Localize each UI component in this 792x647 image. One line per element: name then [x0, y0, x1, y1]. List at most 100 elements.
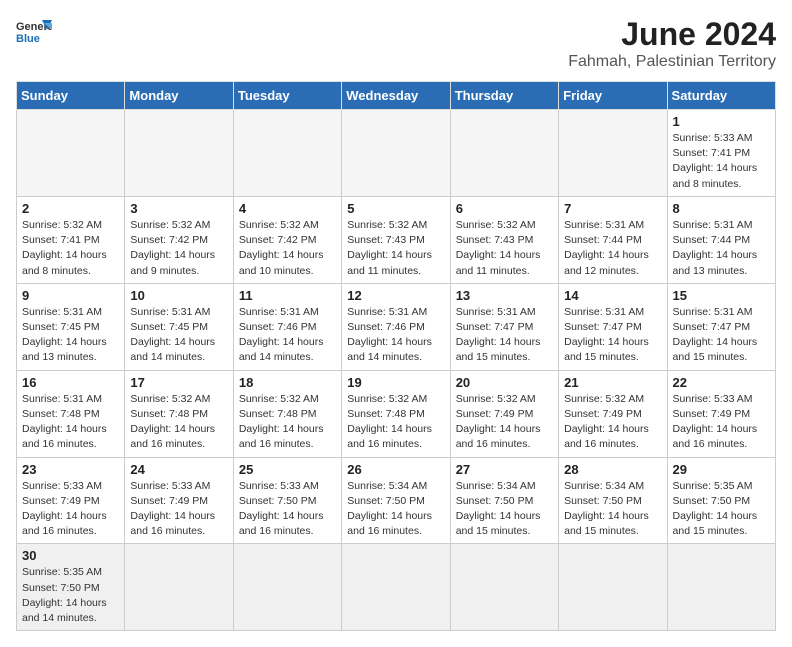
day-info: Sunrise: 5:31 AM Sunset: 7:46 PM Dayligh…: [239, 305, 336, 366]
day-info: Sunrise: 5:31 AM Sunset: 7:44 PM Dayligh…: [673, 218, 770, 279]
day-info: Sunrise: 5:35 AM Sunset: 7:50 PM Dayligh…: [22, 565, 119, 626]
day-cell: [450, 110, 558, 197]
day-cell: 28Sunrise: 5:34 AM Sunset: 7:50 PM Dayli…: [559, 457, 667, 544]
day-cell: 14 Sunrise: 5:31 AM Sunset: 7:47 PM Dayli…: [559, 283, 667, 370]
day-cell: 13 Sunrise: 5:31 AM Sunset: 7:47 PM Dayli…: [450, 283, 558, 370]
day-info: Sunrise: 5:31 AM Sunset: 7:46 PM Dayligh…: [347, 305, 444, 366]
weekday-header: Saturday: [667, 82, 775, 110]
calendar: SundayMondayTuesdayWednesdayThursdayFrid…: [16, 81, 776, 631]
day-cell: 12 Sunrise: 5:31 AM Sunset: 7:46 PM Dayli…: [342, 283, 450, 370]
day-info: Sunrise: 5:31 AM Sunset: 7:48 PM Dayligh…: [22, 392, 119, 453]
day-cell: 30 Sunrise: 5:35 AM Sunset: 7:50 PM Dayli…: [17, 544, 125, 631]
week-row: 1Sunrise: 5:33 AM Sunset: 7:41 PM Daylig…: [17, 110, 776, 197]
day-cell: 27Sunrise: 5:34 AM Sunset: 7:50 PM Dayli…: [450, 457, 558, 544]
day-number: 12: [347, 288, 444, 303]
weekday-header: Friday: [559, 82, 667, 110]
day-number: 16: [22, 375, 119, 390]
day-cell: [559, 544, 667, 631]
day-number: 9: [22, 288, 119, 303]
day-info: Sunrise: 5:31 AM Sunset: 7:47 PM Dayligh…: [456, 305, 553, 366]
week-row: 9 Sunrise: 5:31 AM Sunset: 7:45 PM Daylig…: [17, 283, 776, 370]
day-info: Sunrise: 5:31 AM Sunset: 7:44 PM Dayligh…: [564, 218, 661, 279]
day-cell: 19 Sunrise: 5:32 AM Sunset: 7:48 PM Dayli…: [342, 370, 450, 457]
day-number: 4: [239, 201, 336, 216]
day-number: 23: [22, 462, 119, 477]
day-cell: 6 Sunrise: 5:32 AM Sunset: 7:43 PM Daylig…: [450, 196, 558, 283]
logo: General Blue: [16, 16, 52, 46]
day-number: 15: [673, 288, 770, 303]
day-number: 21: [564, 375, 661, 390]
day-info: Sunrise: 5:34 AM Sunset: 7:50 PM Dayligh…: [347, 479, 444, 540]
day-info: Sunrise: 5:31 AM Sunset: 7:47 PM Dayligh…: [564, 305, 661, 366]
day-number: 18: [239, 375, 336, 390]
day-info: Sunrise: 5:32 AM Sunset: 7:49 PM Dayligh…: [456, 392, 553, 453]
day-cell: 8 Sunrise: 5:31 AM Sunset: 7:44 PM Daylig…: [667, 196, 775, 283]
svg-text:Blue: Blue: [16, 33, 40, 45]
day-number: 20: [456, 375, 553, 390]
day-cell: [125, 544, 233, 631]
day-info: Sunrise: 5:33 AM Sunset: 7:49 PM Dayligh…: [673, 392, 770, 453]
day-info: Sunrise: 5:31 AM Sunset: 7:45 PM Dayligh…: [130, 305, 227, 366]
day-cell: 29 Sunrise: 5:35 AM Sunset: 7:50 PM Dayli…: [667, 457, 775, 544]
week-row: 16 Sunrise: 5:31 AM Sunset: 7:48 PM Dayli…: [17, 370, 776, 457]
day-info: Sunrise: 5:34 AM Sunset: 7:50 PM Dayligh…: [564, 479, 661, 540]
day-cell: 23 Sunrise: 5:33 AM Sunset: 7:49 PM Dayli…: [17, 457, 125, 544]
day-info: Sunrise: 5:33 AM Sunset: 7:49 PM Dayligh…: [22, 479, 119, 540]
day-cell: 9 Sunrise: 5:31 AM Sunset: 7:45 PM Daylig…: [17, 283, 125, 370]
day-number: 13: [456, 288, 553, 303]
day-cell: [233, 544, 341, 631]
week-row: 30 Sunrise: 5:35 AM Sunset: 7:50 PM Dayli…: [17, 544, 776, 631]
weekday-header: Sunday: [17, 82, 125, 110]
day-info: Sunrise: 5:32 AM Sunset: 7:43 PM Dayligh…: [347, 218, 444, 279]
day-cell: 18 Sunrise: 5:32 AM Sunset: 7:48 PM Dayli…: [233, 370, 341, 457]
day-info: Sunrise: 5:31 AM Sunset: 7:45 PM Dayligh…: [22, 305, 119, 366]
day-number: 7: [564, 201, 661, 216]
day-info: Sunrise: 5:32 AM Sunset: 7:48 PM Dayligh…: [239, 392, 336, 453]
day-number: 26: [347, 462, 444, 477]
day-cell: 22 Sunrise: 5:33 AM Sunset: 7:49 PM Dayli…: [667, 370, 775, 457]
day-cell: [667, 544, 775, 631]
header: General Blue June 2024 Fahmah, Palestini…: [16, 16, 776, 71]
day-info: Sunrise: 5:32 AM Sunset: 7:42 PM Dayligh…: [130, 218, 227, 279]
day-cell: 24Sunrise: 5:33 AM Sunset: 7:49 PM Dayli…: [125, 457, 233, 544]
day-number: 14: [564, 288, 661, 303]
day-info: Sunrise: 5:35 AM Sunset: 7:50 PM Dayligh…: [673, 479, 770, 540]
day-number: 30: [22, 548, 119, 563]
day-number: 19: [347, 375, 444, 390]
day-number: 3: [130, 201, 227, 216]
day-cell: 7 Sunrise: 5:31 AM Sunset: 7:44 PM Daylig…: [559, 196, 667, 283]
week-row: 2Sunrise: 5:32 AM Sunset: 7:41 PM Daylig…: [17, 196, 776, 283]
day-cell: 16 Sunrise: 5:31 AM Sunset: 7:48 PM Dayli…: [17, 370, 125, 457]
weekday-header: Monday: [125, 82, 233, 110]
weekday-header: Tuesday: [233, 82, 341, 110]
day-info: Sunrise: 5:32 AM Sunset: 7:48 PM Dayligh…: [347, 392, 444, 453]
day-cell: 1Sunrise: 5:33 AM Sunset: 7:41 PM Daylig…: [667, 110, 775, 197]
month-title: June 2024: [568, 16, 776, 53]
day-cell: [559, 110, 667, 197]
day-cell: 10Sunrise: 5:31 AM Sunset: 7:45 PM Dayli…: [125, 283, 233, 370]
day-cell: 3 Sunrise: 5:32 AM Sunset: 7:42 PM Daylig…: [125, 196, 233, 283]
day-cell: 15 Sunrise: 5:31 AM Sunset: 7:47 PM Dayli…: [667, 283, 775, 370]
location-title: Fahmah, Palestinian Territory: [568, 53, 776, 71]
day-cell: [342, 544, 450, 631]
day-cell: 4 Sunrise: 5:32 AM Sunset: 7:42 PM Daylig…: [233, 196, 341, 283]
weekday-header: Wednesday: [342, 82, 450, 110]
day-info: Sunrise: 5:31 AM Sunset: 7:47 PM Dayligh…: [673, 305, 770, 366]
day-cell: 2Sunrise: 5:32 AM Sunset: 7:41 PM Daylig…: [17, 196, 125, 283]
day-info: Sunrise: 5:33 AM Sunset: 7:41 PM Dayligh…: [673, 131, 770, 192]
day-number: 8: [673, 201, 770, 216]
day-info: Sunrise: 5:32 AM Sunset: 7:42 PM Dayligh…: [239, 218, 336, 279]
day-cell: [342, 110, 450, 197]
day-info: Sunrise: 5:32 AM Sunset: 7:48 PM Dayligh…: [130, 392, 227, 453]
day-number: 17: [130, 375, 227, 390]
day-number: 24: [130, 462, 227, 477]
day-number: 29: [673, 462, 770, 477]
logo-icon: General Blue: [16, 16, 52, 46]
day-number: 5: [347, 201, 444, 216]
day-info: Sunrise: 5:32 AM Sunset: 7:43 PM Dayligh…: [456, 218, 553, 279]
weekday-header-row: SundayMondayTuesdayWednesdayThursdayFrid…: [17, 82, 776, 110]
day-cell: [125, 110, 233, 197]
day-number: 6: [456, 201, 553, 216]
title-area: June 2024 Fahmah, Palestinian Territory: [568, 16, 776, 71]
day-number: 22: [673, 375, 770, 390]
